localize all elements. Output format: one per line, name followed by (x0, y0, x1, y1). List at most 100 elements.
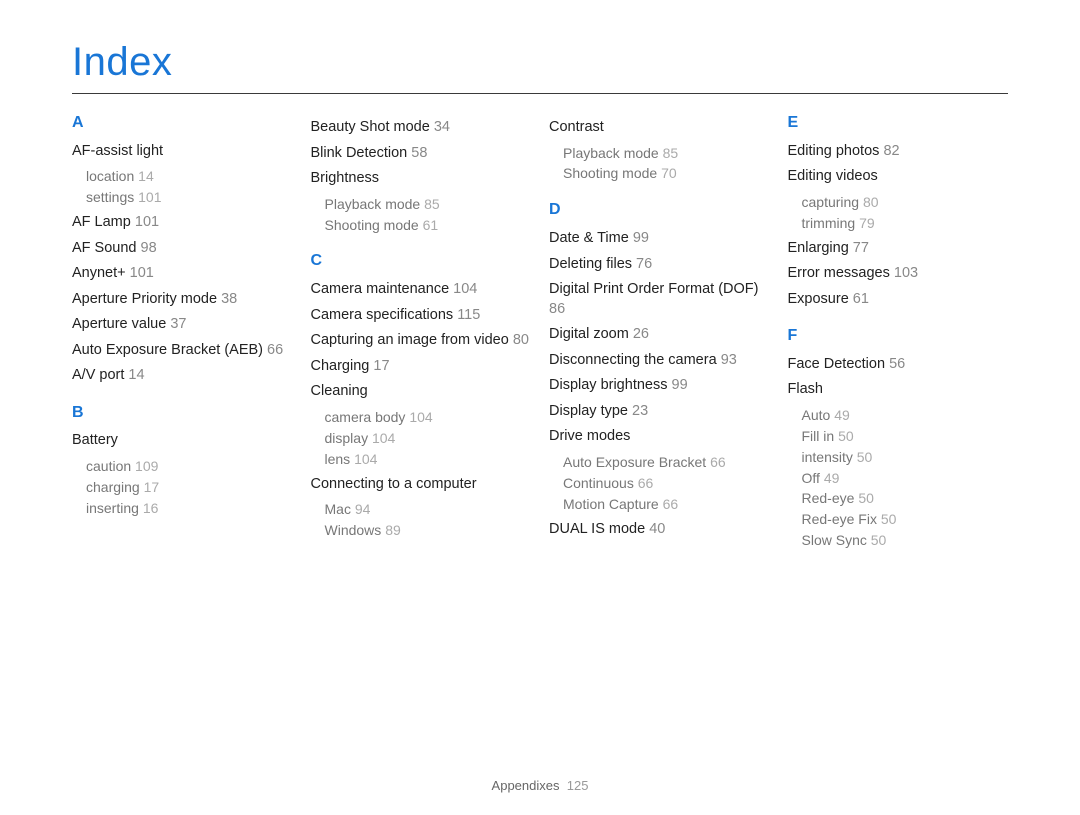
index-subentry-page: 61 (423, 217, 439, 233)
index-entry-label: Cleaning (311, 383, 368, 399)
index-entry: Exposure 61 (788, 290, 1009, 310)
index-subentry-label: caution (86, 458, 131, 474)
index-letter-heading: A (72, 112, 293, 134)
index-subentry: Shooting mode 70 (563, 164, 770, 183)
index-subentry: capturing 80 (802, 193, 1009, 212)
index-subentry: charging 17 (86, 478, 293, 497)
index-entry: Cleaning (311, 382, 532, 402)
index-entry-page: 38 (221, 291, 237, 307)
index-entry-label: Error messages (788, 265, 890, 281)
index-entry-label: Flash (788, 381, 823, 397)
index-entry: Face Detection 56 (788, 355, 1009, 375)
index-subentry: settings 101 (86, 188, 293, 207)
index-subentry-label: Motion Capture (563, 496, 659, 512)
index-subentry: Playback mode 85 (325, 195, 532, 214)
index-entry: Flash (788, 380, 1009, 400)
index-entry-label: Display type (549, 403, 628, 419)
index-subentry-label: Off (802, 470, 820, 486)
index-subentry-page: 50 (858, 490, 874, 506)
index-subentry-list: Auto 49Fill in 50intensity 50Off 49Red-e… (802, 406, 1009, 550)
index-entry-page: 14 (128, 367, 144, 383)
index-subentry-page: 104 (372, 430, 395, 446)
index-subentry-page: 16 (143, 500, 159, 516)
index-subentry-label: lens (325, 451, 351, 467)
index-letter-heading: C (311, 250, 532, 272)
index-subentry-page: 66 (638, 475, 654, 491)
index-entry-label: Beauty Shot mode (311, 119, 430, 135)
page-footer: Appendixes 125 (0, 778, 1080, 793)
index-subentry-page: 79 (859, 215, 875, 231)
index-entry-label: Deleting files (549, 256, 632, 272)
index-subentry-page: 66 (663, 496, 679, 512)
index-subentry-page: 85 (663, 145, 679, 161)
index-entry: Display brightness 99 (549, 376, 770, 396)
index-entry-page: 93 (721, 352, 737, 368)
index-entry: Charging 17 (311, 357, 532, 377)
index-subentry-label: Red-eye Fix (802, 511, 877, 527)
index-entry: DUAL IS mode 40 (549, 520, 770, 540)
index-subentry: Motion Capture 66 (563, 495, 770, 514)
index-subentry: Continuous 66 (563, 474, 770, 493)
index-entry: Brightness (311, 169, 532, 189)
index-columns: AAF-assist lightlocation 14settings 101A… (72, 112, 1008, 556)
index-subentry-label: inserting (86, 500, 139, 516)
index-entry-page: 82 (883, 143, 899, 159)
index-subentry-page: 50 (881, 511, 897, 527)
index-subentry-page: 104 (354, 451, 377, 467)
index-entry-label: Battery (72, 432, 118, 448)
index-entry: Digital zoom 26 (549, 325, 770, 345)
index-entry-label: Capturing an image from video (311, 332, 509, 348)
index-entry: Date & Time 99 (549, 229, 770, 249)
index-entry: Digital Print Order Format (DOF) 86 (549, 280, 770, 319)
index-subentry-label: settings (86, 189, 134, 205)
index-entry: Capturing an image from video 80 (311, 331, 532, 351)
index-subentry-list: Auto Exposure Bracket 66Continuous 66Mot… (563, 453, 770, 514)
index-entry-page: 61 (853, 291, 869, 307)
index-subentry-list: location 14 settings 101 (86, 167, 293, 207)
index-subentry: Playback mode 85 (563, 144, 770, 163)
index-entry-page: 34 (434, 119, 450, 135)
index-subentry-label: display (325, 430, 369, 446)
index-entry-page: 58 (411, 145, 427, 161)
index-subentry: Shooting mode 61 (325, 216, 532, 235)
index-subentry-label: location (86, 168, 134, 184)
index-entry: Editing videos (788, 167, 1009, 187)
index-subentry: Off 49 (802, 469, 1009, 488)
index-entry-label: Date & Time (549, 230, 629, 246)
index-subentry-list: caution 109 charging 17 inserting 16 (86, 457, 293, 518)
index-subentry-page: 109 (135, 458, 158, 474)
index-subentry-page: 104 (409, 409, 432, 425)
index-subentry-label: camera body (325, 409, 406, 425)
index-entry-label: Camera specifications (311, 307, 454, 323)
index-entry-page: 103 (894, 265, 918, 281)
index-entry-label: DUAL IS mode (549, 521, 645, 537)
index-column: Beauty Shot mode 34 Blink Detection 58 Bri… (311, 112, 532, 556)
index-entry-page: 17 (373, 358, 389, 374)
index-subentry-label: Playback mode (563, 145, 659, 161)
index-subentry-list: capturing 80 trimming 79 (802, 193, 1009, 233)
page-title: Index (72, 40, 1008, 94)
index-entry: Camera maintenance 104 (311, 280, 532, 300)
index-entry: Contrast (549, 118, 770, 138)
index-entry: Beauty Shot mode 34 (311, 118, 532, 138)
index-entry-page: 26 (633, 326, 649, 342)
index-entry-label: Camera maintenance (311, 281, 450, 297)
index-entry-page: 77 (853, 240, 869, 256)
index-column: AAF-assist lightlocation 14settings 101A… (72, 112, 293, 556)
index-entry-label: Editing photos (788, 143, 880, 159)
index-entry: Auto Exposure Bracket (AEB) 66 (72, 341, 293, 361)
index-subentry-page: 80 (863, 194, 879, 210)
index-entry-page: 80 (513, 332, 529, 348)
index-subentry: location 14 (86, 167, 293, 186)
index-subentry-page: 17 (144, 479, 160, 495)
footer-page-number: 125 (567, 778, 589, 793)
index-entry-label: AF Lamp (72, 214, 131, 230)
index-entry: Blink Detection 58 (311, 144, 532, 164)
index-subentry-label: trimming (802, 215, 856, 231)
index-subentry-label: Windows (325, 522, 382, 538)
index-column: EEditing photos 82Editing videoscapturin… (788, 112, 1009, 556)
index-entry-label: AF Sound (72, 240, 137, 256)
index-entry: AF Sound 98 (72, 239, 293, 259)
index-subentry-page: 85 (424, 196, 440, 212)
index-entry-page: 56 (889, 356, 905, 372)
